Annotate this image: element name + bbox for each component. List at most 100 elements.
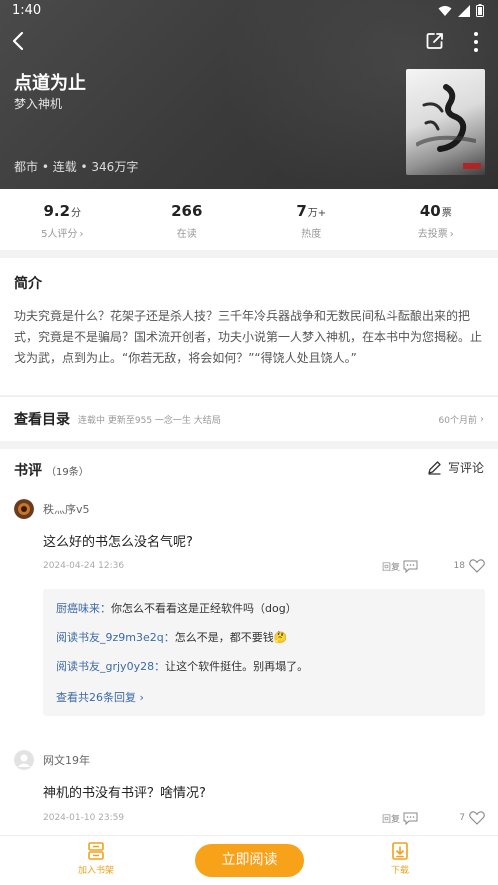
reply-author[interactable]: 阅读书友_grjy0y28：	[56, 660, 165, 673]
catalog-update-time: 60个月前	[438, 415, 477, 426]
reply-box: 厨癌味来：你怎么不看看这是正经软件吗（dog） 阅读书友_9z9m3e2q：怎么…	[43, 589, 485, 716]
status-time: 1:40	[12, 3, 42, 18]
status-icons	[438, 4, 484, 17]
like-count: 18	[453, 561, 465, 571]
stat-rating-label-text: 5人评分	[41, 229, 78, 240]
catalog-row[interactable]: 查看目录 连载中 更新至955 一念一生 大结局 60个月前 ›	[0, 396, 498, 441]
review-footer: 2024-01-10 23:59 回复 7	[43, 811, 485, 829]
stat-rating[interactable]: 9.2分 5人评分 ›	[0, 189, 125, 250]
reviews-count: （19条）	[46, 467, 89, 478]
catalog-status: 连载中 更新至955 一念一生 大结局	[78, 415, 221, 426]
stat-reading-value: 266	[125, 202, 250, 220]
comment-icon	[403, 560, 418, 573]
back-arrow-icon[interactable]	[8, 30, 30, 52]
review-text[interactable]: 神机的书没有书评？啥情况?	[43, 782, 206, 801]
review-date: 2024-04-24 12:36	[43, 561, 125, 571]
stat-votes-value: 40票	[374, 202, 498, 220]
stat-rating-label: 5人评分 ›	[0, 225, 125, 240]
like-button[interactable]: 7	[459, 811, 485, 825]
stat-votes-label: 去投票 ›	[374, 225, 498, 240]
wifi-icon	[438, 5, 452, 16]
add-to-shelf-button[interactable]: 加入书架	[66, 841, 126, 876]
stat-rating-unit: 分	[71, 208, 82, 219]
catalog-heading: 查看目录	[14, 412, 70, 428]
book-header: 1:40 点道为止 梦入神机 都市 • 连载 • 346万字	[0, 0, 498, 189]
reviews-section: 书评 （19条） 写评论 秩灬序v5 这么好的书怎么没名气呢? 2024-04-…	[0, 449, 498, 835]
intro-section: 简介 功夫究竟是什么？花架子还是杀人技？三千年冷兵器战争和无数民间私斗酝酿出来的…	[0, 258, 498, 395]
battery-icon	[476, 4, 484, 17]
chevron-right-icon: ›	[136, 691, 144, 704]
stat-reading-label: 在读	[176, 229, 197, 240]
signal-icon	[458, 4, 470, 17]
reply-label: 回复	[382, 815, 401, 825]
view-all-replies-link[interactable]: 查看共26条回复 ›	[56, 689, 472, 705]
chevron-right-icon: ›	[449, 229, 454, 240]
stat-heat: 7万+ 热度	[249, 189, 374, 250]
share-icon[interactable]	[425, 31, 445, 51]
stat-rating-value: 9.2分	[0, 202, 125, 220]
reply-text: 你怎么不看看这是正经软件吗（dog）	[111, 602, 297, 615]
comment-icon	[403, 812, 418, 825]
reply-text: 让这个软件挺住。别再塌了。	[165, 660, 309, 673]
review-date: 2024-01-10 23:59	[43, 813, 125, 823]
review-user-name: 网文19年	[43, 754, 90, 767]
reply-label: 回复	[382, 563, 401, 573]
stat-votes-number: 40	[419, 202, 441, 220]
write-review-label: 写评论	[447, 461, 484, 475]
review-user[interactable]: 秩灬序v5	[14, 499, 90, 519]
reply-button[interactable]: 回复	[382, 560, 418, 573]
stat-votes[interactable]: 40票 去投票 ›	[374, 189, 498, 250]
reply-author[interactable]: 阅读书友_9z9m3e2q：	[56, 631, 175, 644]
reply-button[interactable]: 回复	[382, 812, 418, 825]
cover-calligraphy-image	[416, 84, 476, 152]
download-label: 下载	[390, 866, 409, 876]
stats-row: 9.2分 5人评分 › 266 在读 7万+ 热度 40票 去投票 ›	[0, 189, 498, 250]
stat-reading: 266 在读	[125, 189, 250, 250]
stat-reading-number: 266	[171, 202, 203, 220]
reviews-header: 书评 （19条）	[14, 460, 89, 480]
reply-text: 怎么不是，都不要钱🤔	[174, 631, 288, 644]
reply-item[interactable]: 厨癌味来：你怎么不看看这是正经软件吗（dog）	[56, 600, 472, 629]
book-title: 点道为止	[14, 73, 86, 94]
book-author[interactable]: 梦入神机	[14, 95, 62, 112]
more-vertical-icon[interactable]	[470, 31, 482, 53]
chevron-right-icon: ›	[480, 413, 484, 425]
intro-heading: 简介	[14, 276, 42, 292]
avatar[interactable]	[14, 499, 34, 519]
like-count: 7	[459, 813, 465, 823]
reply-item[interactable]: 阅读书友_grjy0y28：让这个软件挺住。别再塌了。	[56, 658, 472, 687]
pen-icon	[428, 461, 441, 475]
stat-votes-label-text: 去投票	[417, 229, 448, 240]
status-bar: 1:40	[0, 0, 498, 22]
bookshelf-icon	[88, 842, 104, 860]
stat-heat-unit: 万+	[307, 208, 327, 219]
download-icon	[392, 842, 408, 860]
stat-rating-number: 9.2	[43, 202, 71, 220]
download-button[interactable]: 下载	[370, 841, 430, 876]
reviews-heading: 书评	[14, 463, 42, 479]
bottom-action-bar: 加入书架 立即阅读 下载	[0, 835, 498, 885]
avatar[interactable]	[14, 750, 34, 770]
stat-heat-label: 热度	[301, 229, 322, 240]
heart-icon	[469, 559, 485, 573]
like-button[interactable]: 18	[454, 559, 485, 573]
intro-text[interactable]: 功夫究竟是什么？花架子还是杀人技？三千年冷兵器战争和无数民间私斗酝酿出来的把式，…	[14, 306, 484, 369]
stat-heat-value: 7万+	[249, 202, 374, 220]
write-review-button[interactable]: 写评论	[427, 459, 484, 476]
cover-seal	[463, 163, 481, 169]
book-meta: 都市 • 连载 • 346万字	[14, 160, 139, 174]
reply-item[interactable]: 阅读书友_9z9m3e2q：怎么不是，都不要钱🤔	[56, 629, 472, 658]
review-user[interactable]: 网文19年	[14, 750, 90, 770]
heart-icon	[469, 811, 485, 825]
read-now-button[interactable]: 立即阅读	[195, 844, 304, 877]
reply-author[interactable]: 厨癌味来：	[56, 602, 111, 615]
chevron-right-icon: ›	[79, 229, 84, 240]
stat-heat-number: 7	[296, 202, 307, 220]
add-to-shelf-label: 加入书架	[77, 866, 114, 876]
book-cover[interactable]	[406, 69, 485, 175]
review-user-name: 秩灬序v5	[43, 503, 90, 516]
review-footer: 2024-04-24 12:36 回复 18	[43, 559, 485, 577]
stat-votes-unit: 票	[441, 208, 452, 219]
view-all-replies-label: 查看共26条回复	[56, 691, 136, 704]
review-text[interactable]: 这么好的书怎么没名气呢?	[43, 531, 193, 550]
